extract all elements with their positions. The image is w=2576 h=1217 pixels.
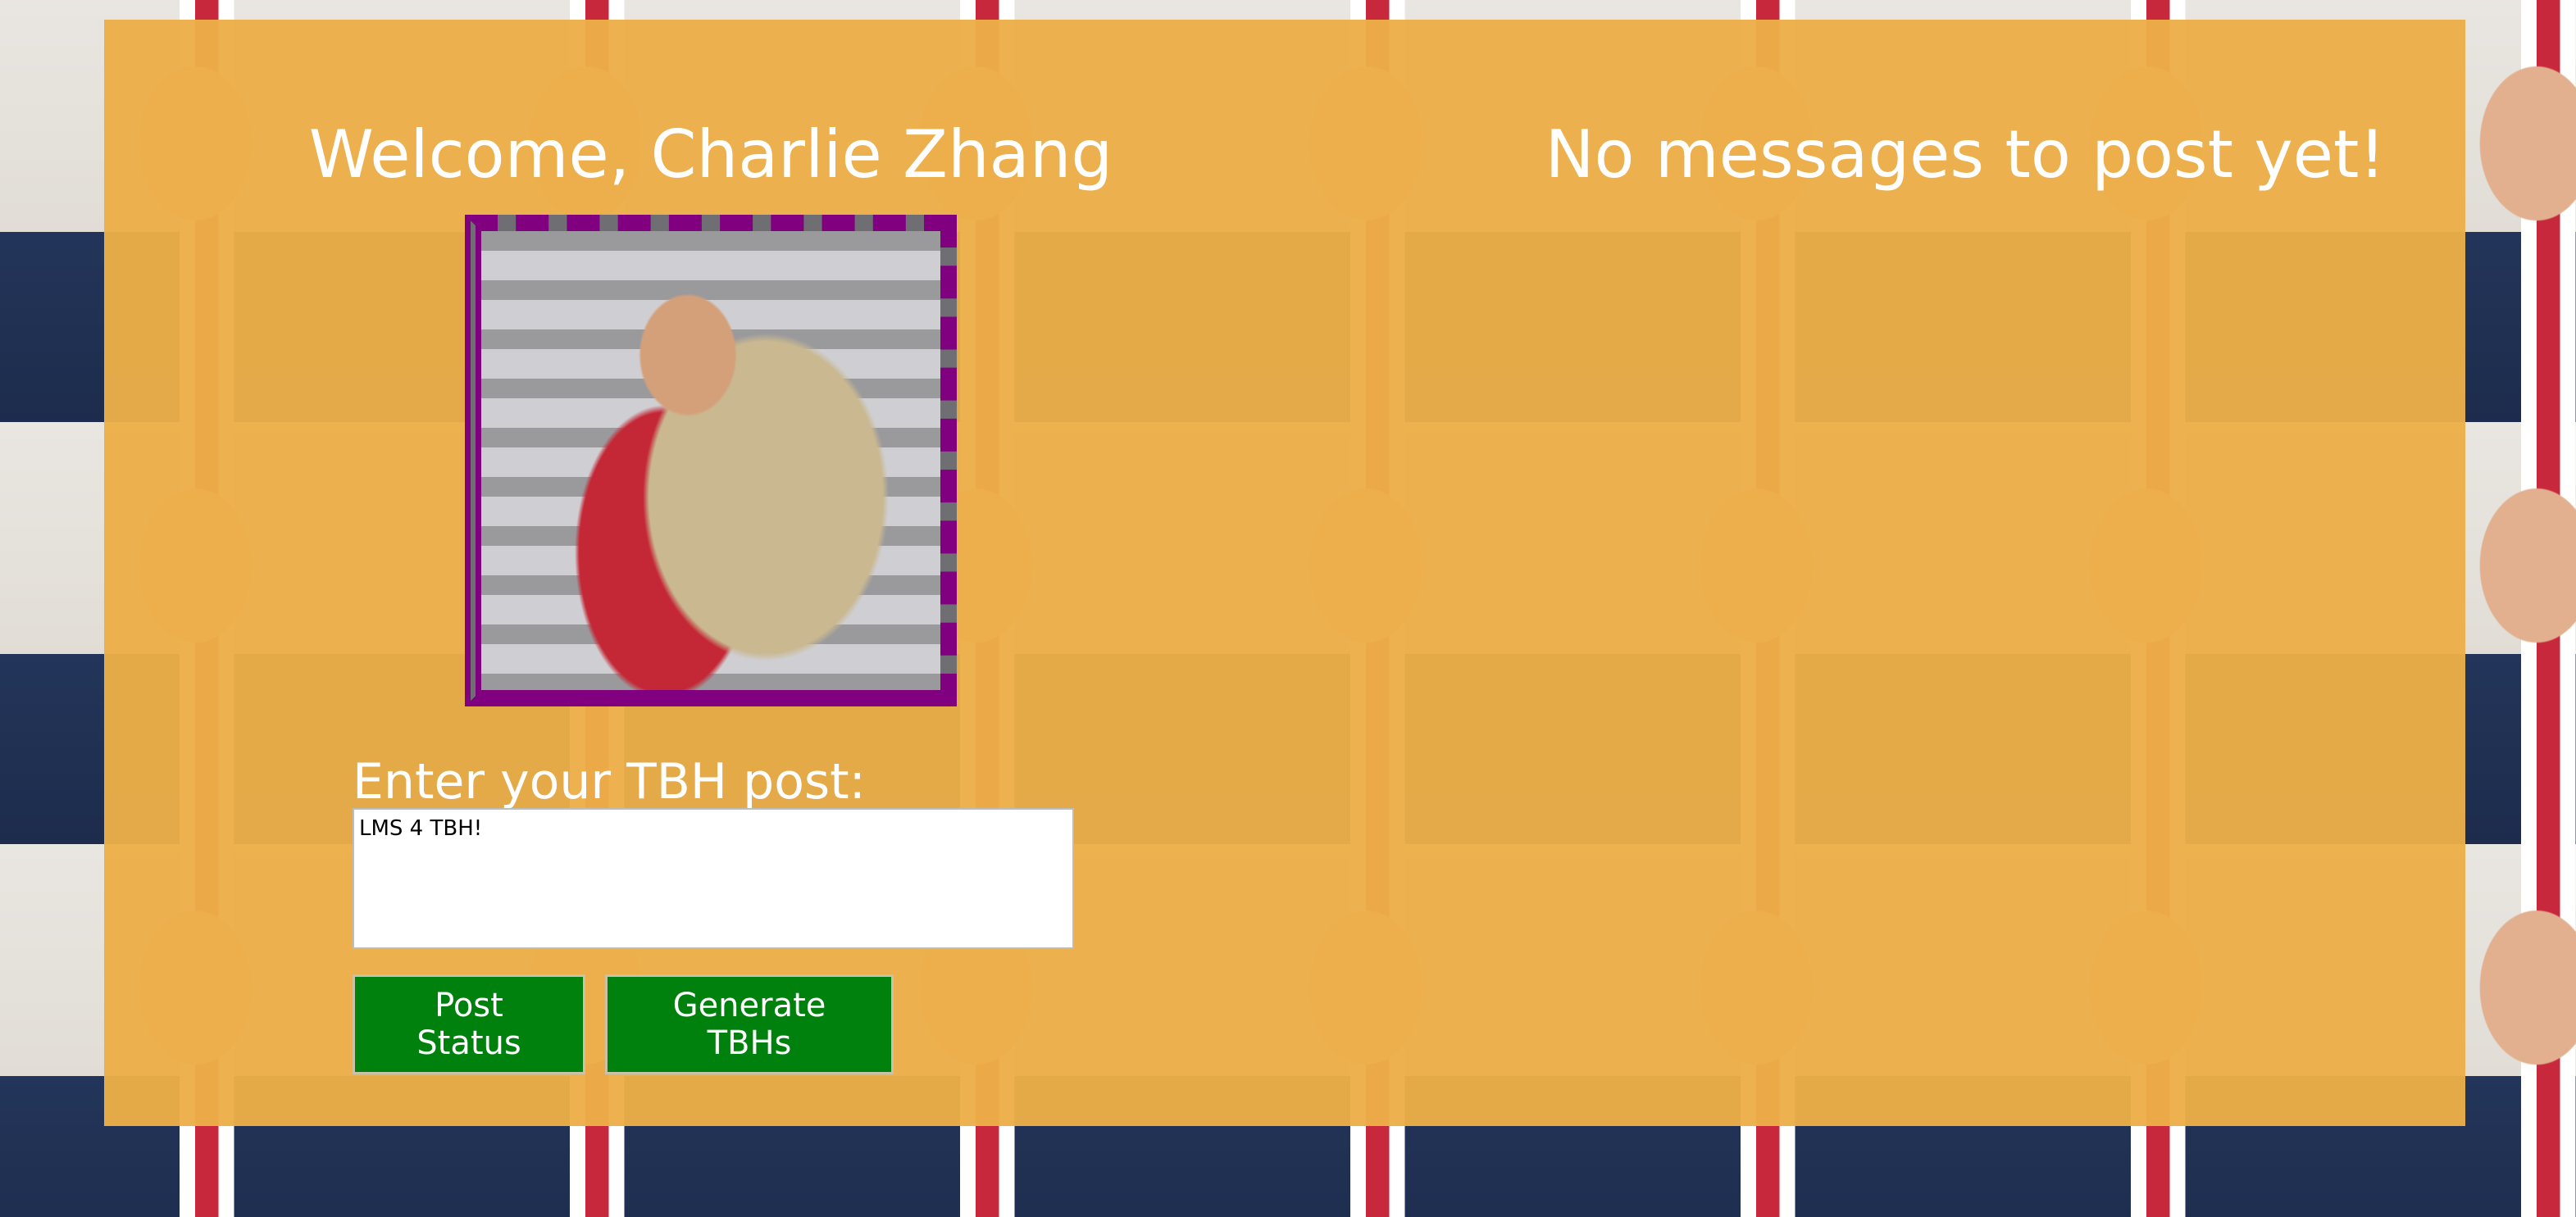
welcome-heading: Welcome, Charlie Zhang xyxy=(308,116,1113,193)
post-status-button[interactable]: Post Status xyxy=(353,974,585,1074)
generate-tbhs-button[interactable]: Generate TBHs xyxy=(605,974,894,1074)
profile-photo xyxy=(481,231,940,690)
main-panel: Welcome, Charlie Zhang Enter your TBH po… xyxy=(104,20,2465,1126)
messages-status-heading: No messages to post yet! xyxy=(1545,116,2386,193)
profile-photo-frame xyxy=(465,215,957,706)
tbh-post-input[interactable] xyxy=(353,808,1074,949)
post-prompt-label: Enter your TBH post: xyxy=(353,753,866,811)
profile-column: Welcome, Charlie Zhang Enter your TBH po… xyxy=(104,20,1318,1126)
